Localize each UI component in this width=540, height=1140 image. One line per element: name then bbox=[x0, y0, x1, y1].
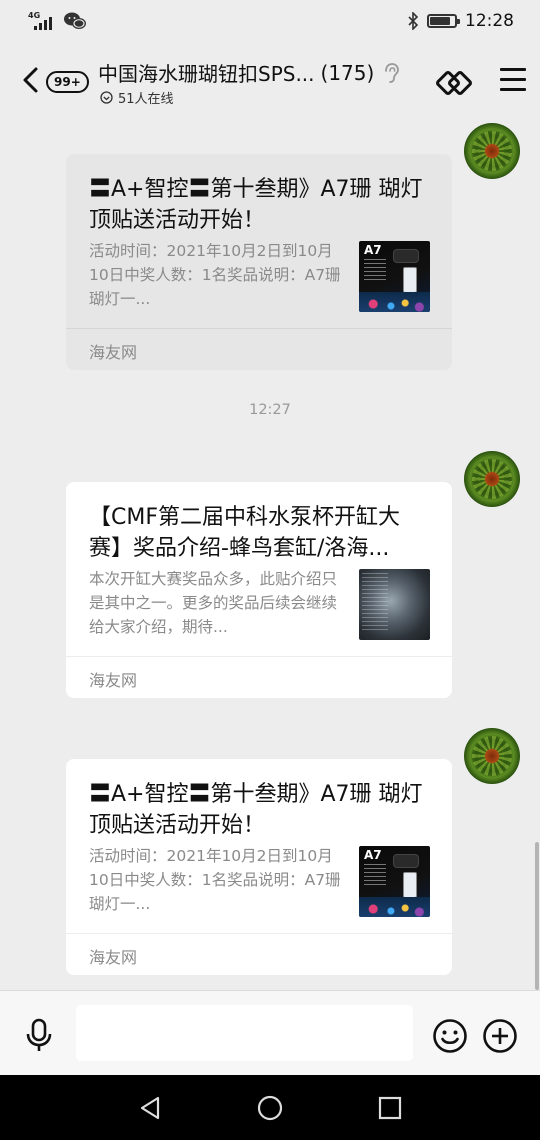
status-bar: 4G 12:28 bbox=[0, 0, 540, 44]
card-thumbnail: A7 bbox=[359, 846, 430, 917]
card-description: 活动时间：2021年10月2日到10月10日中奖人数：1名奖品说明：A7珊瑚灯一… bbox=[89, 242, 341, 308]
wechat-icon bbox=[64, 12, 86, 29]
battery-icon bbox=[427, 14, 460, 28]
plus-circle-icon[interactable] bbox=[482, 1018, 518, 1054]
status-right: 12:28 bbox=[407, 11, 514, 31]
card-title: 〓A+智控〓第十叁期》A7珊 瑚灯顶贴送活动开始！ bbox=[89, 782, 423, 838]
chevron-left-icon[interactable] bbox=[20, 66, 42, 94]
card-thumbnail: A7 bbox=[359, 241, 430, 312]
ear-icon bbox=[385, 62, 400, 83]
signal-icon: 4G bbox=[28, 12, 56, 30]
link-card[interactable]: 【CMF第二届中科水泵杯开缸大赛】奖品介绍-蜂鸟套缸/洛海... 本次开缸大赛奖… bbox=[66, 482, 452, 698]
scrollbar[interactable] bbox=[535, 842, 539, 990]
group-title: 中国海水珊瑚钮扣SPS... bbox=[98, 62, 315, 86]
chat-header: 99+ 中国海水珊瑚钮扣SPS... (175) 51人在线 bbox=[0, 44, 540, 116]
card-title: 【CMF第二届中科水泵杯开缸大赛】奖品介绍-蜂鸟套缸/洛海... bbox=[89, 505, 400, 561]
link-card[interactable]: 〓A+智控〓第十叁期》A7珊 瑚灯顶贴送活动开始！ 活动时间：2021年10月2… bbox=[66, 759, 452, 975]
emoji-icon[interactable] bbox=[432, 1018, 468, 1054]
card-thumbnail bbox=[359, 569, 430, 640]
card-source: 海友网 bbox=[89, 948, 138, 967]
online-check-icon bbox=[100, 91, 113, 104]
switch-icon[interactable] bbox=[436, 64, 472, 100]
card-source: 海友网 bbox=[89, 671, 138, 690]
microphone-icon[interactable] bbox=[24, 1018, 54, 1052]
online-status-row: 51人在线 bbox=[100, 88, 174, 107]
navigation-bar bbox=[0, 1075, 540, 1140]
unread-badge[interactable]: 99+ bbox=[46, 71, 89, 93]
circle-home-icon[interactable] bbox=[256, 1094, 284, 1122]
avatar[interactable] bbox=[464, 451, 520, 507]
online-count: 51人在线 bbox=[118, 92, 174, 107]
card-description: 活动时间：2021年10月2日到10月10日中奖人数：1名奖品说明：A7珊瑚灯一… bbox=[89, 847, 341, 913]
group-title-row[interactable]: 中国海水珊瑚钮扣SPS... (175) bbox=[98, 58, 400, 87]
status-left: 4G bbox=[28, 12, 86, 30]
thumbnail-label: A7 bbox=[364, 848, 382, 862]
thumbnail-label: A7 bbox=[364, 243, 382, 257]
input-bar bbox=[0, 990, 540, 1075]
chat-timestamp: 12:27 bbox=[249, 402, 291, 418]
bluetooth-icon bbox=[408, 12, 419, 30]
avatar[interactable] bbox=[464, 728, 520, 784]
member-count: (175) bbox=[320, 60, 375, 85]
menu-icon[interactable] bbox=[500, 68, 526, 92]
link-card[interactable]: 〓A+智控〓第十叁期》A7珊 瑚灯顶贴送活动开始！ 活动时间：2021年10月2… bbox=[66, 154, 452, 370]
card-description: 本次开缸大赛奖品众多，此贴介绍只是其中之一。更多的奖品后续会继续给大家介绍，期待… bbox=[89, 570, 338, 636]
card-title: 〓A+智控〓第十叁期》A7珊 瑚灯顶贴送活动开始！ bbox=[89, 177, 423, 233]
square-recents-icon[interactable] bbox=[376, 1094, 404, 1122]
triangle-back-icon[interactable] bbox=[137, 1094, 165, 1122]
card-source: 海友网 bbox=[89, 343, 138, 362]
status-time: 12:28 bbox=[465, 11, 514, 31]
message-input[interactable] bbox=[76, 1005, 413, 1061]
avatar[interactable] bbox=[464, 123, 520, 179]
